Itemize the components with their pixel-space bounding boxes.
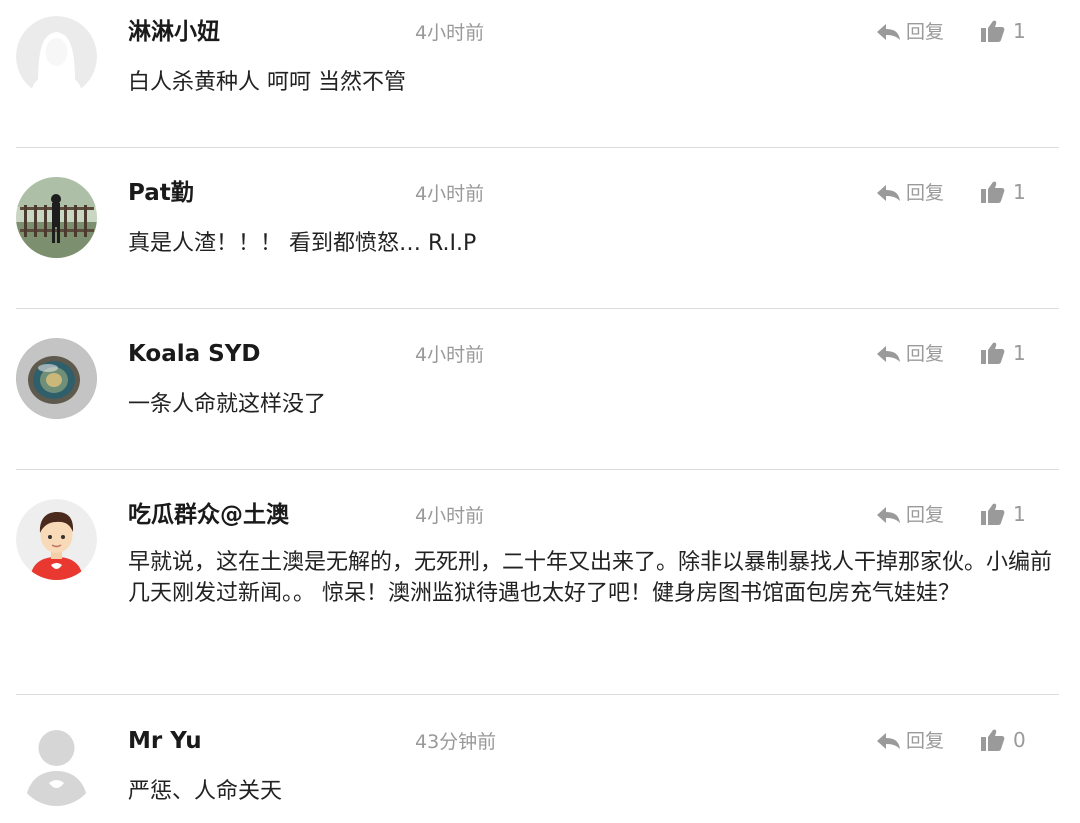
like-button[interactable]: 1 xyxy=(980,16,1026,46)
avatar[interactable] xyxy=(16,177,97,258)
comment-username[interactable]: 吃瓜群众@土澳 xyxy=(128,500,289,530)
like-button[interactable]: 1 xyxy=(980,499,1026,529)
thumbs-up-icon xyxy=(981,20,1005,42)
comment-time: 4小时前 xyxy=(415,505,485,527)
comment-username[interactable]: Mr Yu xyxy=(128,726,202,756)
reply-button[interactable]: 回复 xyxy=(876,178,944,208)
like-count: 1 xyxy=(1013,341,1026,365)
comment-text: 严惩、人命关天 xyxy=(128,779,283,804)
comment-time: 4小时前 xyxy=(415,22,485,44)
reply-label: 回复 xyxy=(906,182,945,204)
reply-label: 回复 xyxy=(906,730,945,752)
comment-time: 43分钟前 xyxy=(415,731,497,753)
comment-username[interactable]: 淋淋小妞 xyxy=(128,17,220,47)
comment-username[interactable]: Koala SYD xyxy=(128,339,260,369)
avatar[interactable] xyxy=(16,725,97,806)
thumbs-up-icon xyxy=(981,503,1005,525)
like-count: 1 xyxy=(1013,19,1026,43)
reply-button[interactable]: 回复 xyxy=(876,726,944,756)
like-count: 1 xyxy=(1013,180,1026,204)
like-button[interactable]: 1 xyxy=(980,338,1026,368)
avatar[interactable] xyxy=(16,338,97,419)
reply-label: 回复 xyxy=(906,504,945,526)
cartoon-boy-avatar-icon xyxy=(16,499,97,580)
divider xyxy=(16,147,1059,148)
reply-arrow-icon xyxy=(877,733,900,749)
reply-button[interactable]: 回复 xyxy=(876,17,944,47)
divider xyxy=(16,694,1059,695)
thumbs-up-icon xyxy=(981,729,1005,751)
avatar[interactable] xyxy=(16,499,97,580)
avatar[interactable] xyxy=(16,16,97,97)
reply-arrow-icon xyxy=(877,346,900,362)
like-count: 0 xyxy=(1013,728,1026,752)
reply-label: 回复 xyxy=(906,21,945,43)
like-button[interactable]: 1 xyxy=(980,177,1026,207)
comment-time: 4小时前 xyxy=(415,183,485,205)
reply-arrow-icon xyxy=(877,507,900,523)
comment-text: 白人杀黄种人 呵呵 当然不管 xyxy=(128,70,406,95)
badge-photo-avatar-icon xyxy=(16,338,97,419)
reply-button[interactable]: 回复 xyxy=(876,339,944,369)
like-button[interactable]: 0 xyxy=(980,725,1026,755)
comment-time: 4小时前 xyxy=(415,344,485,366)
divider xyxy=(16,469,1059,470)
reply-button[interactable]: 回复 xyxy=(876,500,944,530)
comment-text: 真是人渣！！！ 看到都愤怒… R.I.P xyxy=(128,231,477,256)
reply-label: 回复 xyxy=(906,343,945,365)
silhouette-avatar-icon xyxy=(16,16,97,97)
reply-arrow-icon xyxy=(877,24,900,40)
outdoor-photo-avatar-icon xyxy=(16,177,97,258)
default-user-avatar-icon xyxy=(25,730,88,806)
comment-text: 早就说，这在土澳是无解的，无死刑，二十年又出来了。除非以暴制暴找人干掉那家伙。小… xyxy=(128,550,1053,606)
reply-arrow-icon xyxy=(877,185,900,201)
thumbs-up-icon xyxy=(981,181,1005,203)
like-count: 1 xyxy=(1013,502,1026,526)
comment-username[interactable]: Pat勤 xyxy=(128,178,194,208)
thumbs-up-icon xyxy=(981,342,1005,364)
divider xyxy=(16,308,1059,309)
comment-text: 一条人命就这样没了 xyxy=(128,392,327,417)
